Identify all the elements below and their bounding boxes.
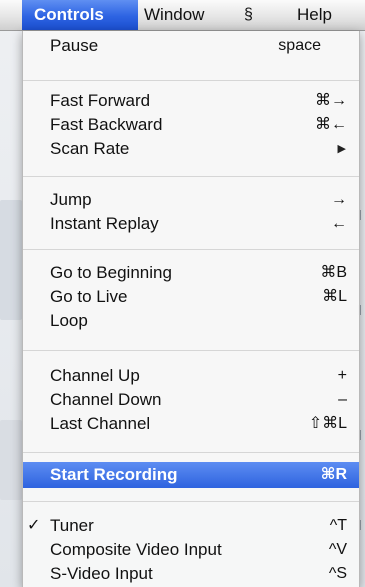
menubar-item-label: Window [144, 5, 205, 24]
menu-item-label: Channel Down [50, 390, 162, 409]
menu-item-shortcut: ^V [328, 541, 347, 558]
menu-item-tuner[interactable]: ✓ Tuner ^T [23, 514, 359, 538]
menu-item-start-recording[interactable]: Start Recording ⌘R [23, 462, 359, 488]
menu-item-label: Loop [50, 311, 88, 330]
script-icon: § [244, 6, 253, 23]
menubar-item-label: Help [297, 5, 332, 24]
menu-item-go-to-live[interactable]: Go to Live ⌘L [23, 285, 359, 309]
menubar-item-controls[interactable]: Controls [22, 0, 138, 30]
menu-item-shortcut: ^S [328, 565, 347, 582]
menu-item-label: Fast Forward [50, 91, 151, 110]
menu-item-label: Composite Video Input [50, 540, 222, 559]
submenu-arrow-icon: ▶ [337, 143, 346, 155]
controls-menu: Pause space Fast Forward ⌘→ Fast Backwar… [22, 31, 360, 587]
menu-item-scan-rate[interactable]: Scan Rate ▶ [23, 137, 359, 161]
menu-item-shortcut: ^T [329, 517, 347, 534]
menu-item-pause[interactable]: Pause space [23, 34, 359, 58]
menu-item-shortcut: space [278, 37, 321, 54]
menu-item-shortcut: ⇧⌘L [308, 415, 347, 432]
menu-separator [23, 350, 359, 351]
menu-item-shortcut: – [338, 391, 347, 408]
menu-bar: Controls Window § Help [0, 0, 365, 31]
menu-separator [23, 80, 359, 81]
menu-item-label: Start Recording [50, 465, 178, 484]
menu-item-label: S-Video Input [50, 564, 153, 583]
menu-item-label: Channel Up [50, 366, 140, 385]
menu-separator [23, 249, 359, 250]
menu-item-label: Tuner [50, 516, 94, 535]
menubar-item-window[interactable]: Window [144, 0, 204, 30]
menu-item-label: Go to Beginning [50, 263, 172, 282]
menubar-item-help[interactable]: Help [297, 0, 332, 30]
menu-separator [23, 501, 359, 502]
menu-item-channel-down[interactable]: Channel Down – [23, 388, 359, 412]
menu-item-last-channel[interactable]: Last Channel ⇧⌘L [23, 412, 359, 436]
menu-item-label: Instant Replay [50, 214, 159, 233]
menu-item-shortcut: ← [331, 215, 347, 232]
menu-item-shortcut: + [337, 367, 347, 384]
menu-item-jump[interactable]: Jump → [23, 188, 359, 212]
menu-item-shortcut: ⌘B [320, 264, 347, 281]
menu-item-fast-forward[interactable]: Fast Forward ⌘→ [23, 89, 359, 113]
menu-separator [23, 452, 359, 453]
menu-item-shortcut: ⌘L [322, 288, 347, 305]
menubar-item-label: Controls [34, 5, 104, 24]
menu-item-instant-replay[interactable]: Instant Replay ← [23, 212, 359, 236]
menu-item-loop[interactable]: Loop [23, 309, 359, 333]
menu-item-shortcut: ⌘R [320, 466, 347, 483]
menu-item-label: Last Channel [50, 414, 151, 433]
background-panel [0, 200, 22, 320]
menu-item-label: Jump [50, 190, 92, 209]
script-menu[interactable]: § [244, 0, 253, 30]
menu-item-label: Fast Backward [50, 115, 163, 134]
menu-item-channel-up[interactable]: Channel Up + [23, 364, 359, 388]
menu-item-label: Go to Live [50, 287, 128, 306]
menu-item-composite-video-input[interactable]: Composite Video Input ^V [23, 538, 359, 562]
menu-item-shortcut: ⌘→ [315, 92, 347, 109]
menu-item-shortcut: ⌘← [315, 116, 347, 133]
checkmark-icon: ✓ [27, 517, 41, 534]
menu-item-label: Pause [50, 36, 99, 55]
menu-separator [23, 176, 359, 177]
menu-item-label: Scan Rate [50, 139, 130, 158]
menu-item-go-to-beginning[interactable]: Go to Beginning ⌘B [23, 261, 359, 285]
background-panel [0, 420, 22, 500]
menu-item-s-video-input[interactable]: S-Video Input ^S [23, 562, 359, 586]
menu-item-shortcut: → [331, 191, 347, 208]
menu-item-fast-backward[interactable]: Fast Backward ⌘← [23, 113, 359, 137]
